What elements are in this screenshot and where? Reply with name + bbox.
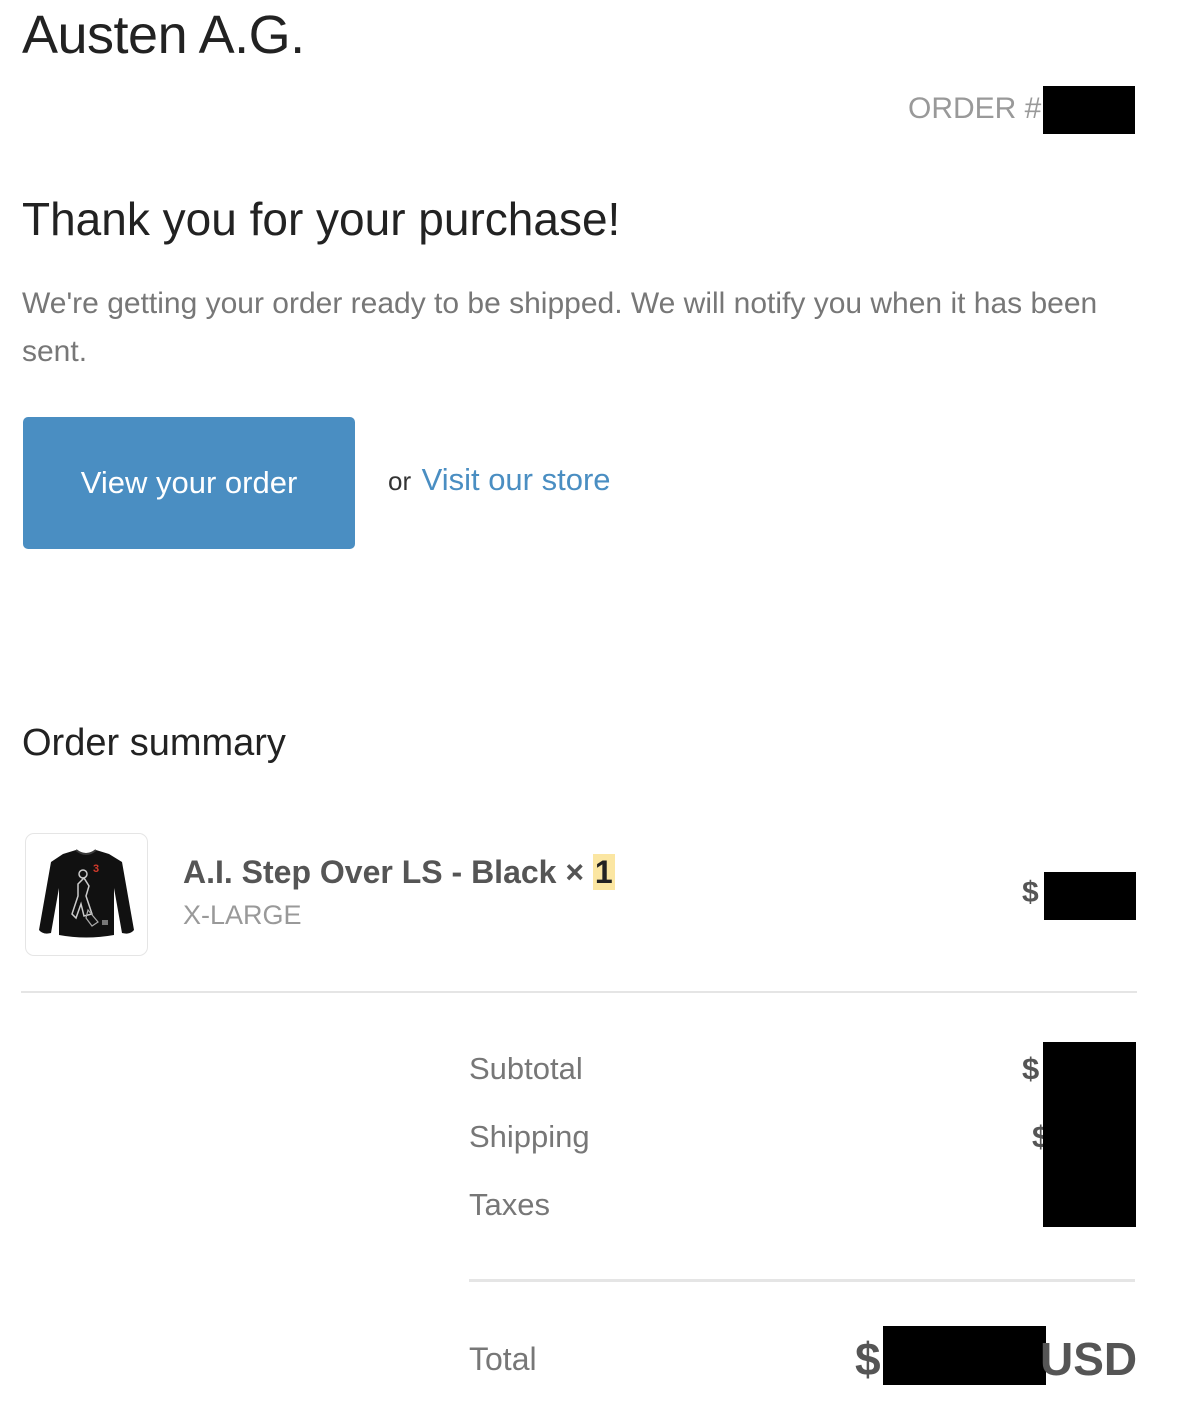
tshirt-icon: 3 (39, 849, 134, 938)
product-variant: X-LARGE (183, 900, 302, 930)
shipping-label: Shipping (469, 1119, 590, 1154)
divider (21, 991, 1137, 993)
total-currency: USD (1040, 1333, 1138, 1385)
product-price: $ (1022, 876, 1039, 909)
subtotal-value: $ (1022, 1051, 1040, 1086)
shirt-number: 3 (93, 863, 99, 875)
page-title: Thank you for your purchase! (22, 193, 621, 245)
total-value: $ (855, 1333, 881, 1385)
redacted-total (883, 1326, 1046, 1385)
total-divider (469, 1279, 1135, 1282)
store-link-row: or Visit our store (388, 462, 611, 498)
confirmation-message: We're getting your order ready to be shi… (22, 287, 1098, 368)
redacted-order-number (1043, 86, 1135, 134)
product-name: A.I. Step Over LS - Black × (183, 854, 585, 890)
or-text: or (388, 466, 412, 496)
redacted-cost-values (1043, 1042, 1136, 1227)
visit-store-link[interactable]: Visit our store (422, 462, 611, 497)
product-quantity: 1 (592, 854, 615, 890)
product-name-row: A.I. Step Over LS - Black × 1 (183, 854, 615, 891)
order-summary-title: Order summary (22, 722, 286, 764)
shop-name: Austen A.G. (22, 5, 305, 65)
redacted-product-price (1044, 872, 1136, 920)
subtotal-label: Subtotal (469, 1051, 583, 1086)
total-label: Total (469, 1341, 537, 1377)
product-thumbnail[interactable]: 3 (25, 833, 148, 956)
view-order-button[interactable]: View your order (23, 417, 355, 549)
order-number-label: ORDER # (908, 92, 1042, 125)
taxes-label: Taxes (469, 1187, 550, 1222)
